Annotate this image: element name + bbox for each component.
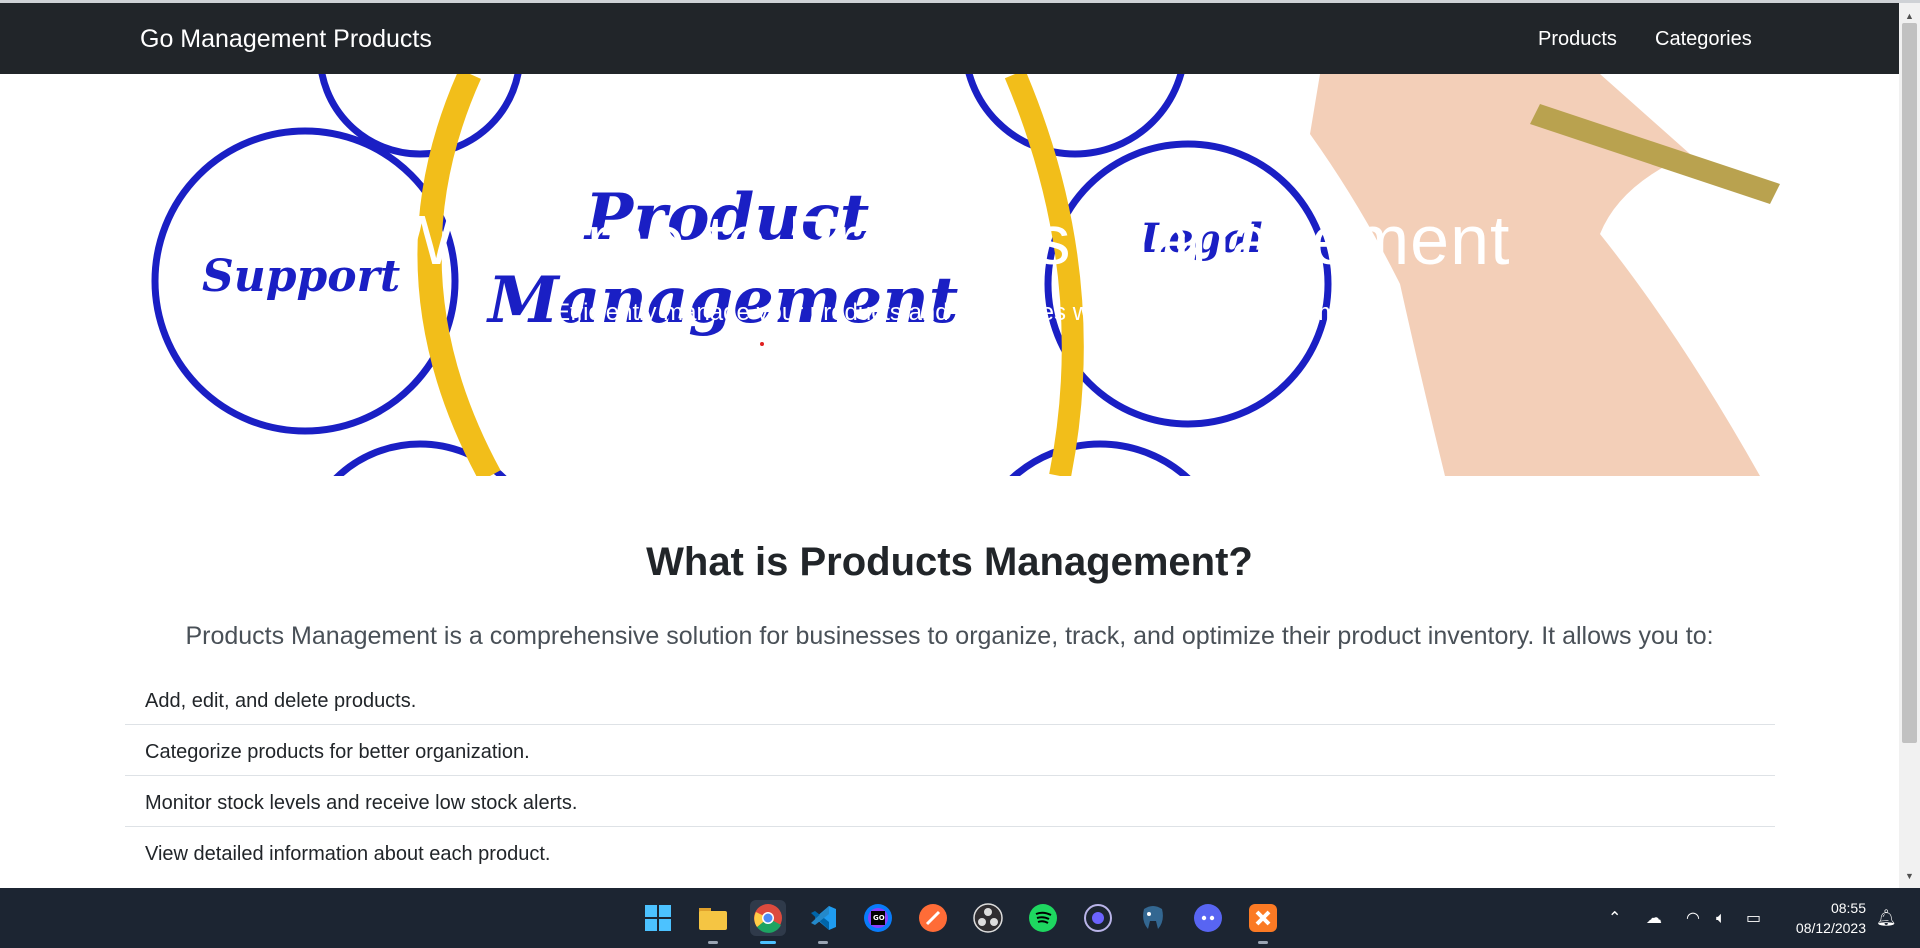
taskbar-clock[interactable]: 08:55 08/12/2023	[1776, 898, 1866, 938]
tray-volume-icon[interactable]: 🔈︎	[1716, 908, 1726, 928]
scroll-up-arrow-icon[interactable]: ▲	[1905, 11, 1914, 21]
pgadmin-icon[interactable]	[1135, 900, 1171, 936]
scroll-thumb[interactable]	[1902, 23, 1917, 743]
list-item: Categorize products for better organizat…	[125, 725, 1775, 776]
hero-title: Welcome to Products Management	[388, 201, 1511, 279]
hero-circle-top-left	[318, 74, 522, 158]
xampp-icon[interactable]	[1245, 900, 1281, 936]
navbar-brand[interactable]: Go Management Products	[140, 25, 432, 54]
scroll-down-arrow-icon[interactable]: ▼	[1905, 871, 1914, 881]
tray-onedrive-icon[interactable]: ☁	[1646, 908, 1662, 927]
vscode-running-indicator	[818, 941, 828, 944]
windows-start-icon[interactable]	[640, 900, 676, 936]
section-lead: Products Management is a comprehensive s…	[185, 622, 1714, 650]
chrome-icon[interactable]	[750, 900, 786, 936]
nav-link-categories[interactable]: Categories	[1655, 28, 1752, 51]
xampp-running-indicator	[1258, 941, 1268, 944]
taskbar: GO ⌃ ☁ ◠ 🔈︎ ▭ 08:55 08/12/2023 🔔︎	[0, 888, 1920, 948]
chrome-active-indicator	[760, 941, 776, 944]
hero-circle-top-right	[965, 74, 1185, 158]
navbar: Go Management Products Products Categori…	[0, 3, 1899, 74]
clock-time: 08:55	[1830, 900, 1866, 916]
hero-circle-bottom-left	[333, 440, 507, 476]
file-explorer-icon[interactable]	[695, 900, 731, 936]
vscode-icon[interactable]	[805, 900, 841, 936]
svg-text:GO: GO	[873, 914, 885, 922]
list-item: View detailed information about each pro…	[145, 843, 551, 865]
obs-studio-icon[interactable]	[970, 900, 1006, 936]
hero-subtitle: Efficiently manage your products and cat…	[554, 299, 1345, 326]
goland-icon[interactable]: GO	[860, 900, 896, 936]
spotify-icon[interactable]	[1025, 900, 1061, 936]
file-explorer-running-indicator	[708, 941, 718, 944]
clock-date: 08/12/2023	[1795, 920, 1866, 936]
list-item: Add, edit, and delete products.	[125, 674, 1775, 725]
hero-section: Support Product Management Legal Welcome…	[0, 74, 1899, 476]
list-item: Monitor stock levels and receive low sto…	[125, 776, 1775, 827]
section-title: What is Products Management?	[646, 540, 1253, 584]
feature-list: Add, edit, and delete products. Categori…	[125, 674, 1775, 878]
nav-link-products[interactable]: Products	[1538, 28, 1617, 51]
postman-icon[interactable]	[915, 900, 951, 936]
tray-chevron-up-icon[interactable]: ⌃	[1608, 908, 1621, 927]
beekeeper-icon[interactable]	[1080, 900, 1116, 936]
discord-icon[interactable]	[1190, 900, 1226, 936]
notification-bell-icon[interactable]: 🔔︎	[1876, 908, 1896, 927]
hero-red-dot	[760, 342, 764, 346]
tray-wifi-icon[interactable]: ◠	[1686, 908, 1700, 927]
tray-battery-icon[interactable]: ▭	[1746, 908, 1761, 927]
hero-circle-legal	[1044, 140, 1332, 428]
hero-circle-bottom-right	[1009, 440, 1191, 476]
page-scrollbar[interactable]: ▲ ▼	[1899, 3, 1920, 888]
